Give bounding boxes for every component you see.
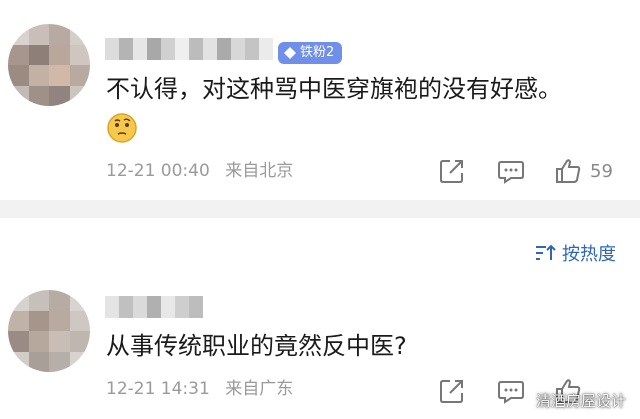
share-button[interactable]: [438, 377, 466, 405]
sort-by-hot-button[interactable]: 按热度: [534, 240, 616, 266]
reply-button[interactable]: [497, 157, 525, 185]
comment-item: 铁粉2 不认得，对这种骂中医穿旗袍的没有好感。 12-21 00:40 来自北京: [0, 0, 640, 195]
comment-icon: [498, 161, 524, 184]
comment-text: 不认得，对这种骂中医穿旗袍的没有好感。: [106, 75, 562, 103]
location: 来自广东: [225, 379, 294, 399]
username-blurred[interactable]: [105, 38, 273, 60]
watermark: 清酒房屋设计: [535, 392, 626, 410]
timestamp: 12-21 00:40: [106, 161, 210, 181]
section-divider: [0, 200, 640, 218]
like-count: 59: [590, 160, 613, 182]
username-blurred[interactable]: [105, 296, 203, 318]
location: 来自北京: [225, 161, 294, 181]
fan-badge[interactable]: 铁粉2: [278, 42, 343, 64]
share-icon: [440, 160, 463, 183]
avatar[interactable]: [8, 24, 90, 106]
comment-icon: [498, 381, 524, 404]
reply-button[interactable]: [497, 377, 525, 405]
comment-meta: 12-21 00:40 来自北京: [106, 160, 293, 182]
comment-feed: 铁粉2 不认得，对这种骂中医穿旗袍的没有好感。 12-21 00:40 来自北京: [0, 0, 640, 419]
diamond-icon: [284, 47, 296, 59]
sort-label: 按热度: [562, 244, 616, 265]
comment-meta: 12-21 14:31 来自广东: [106, 378, 293, 400]
like-button[interactable]: 59: [554, 157, 613, 185]
comment-text: 从事传统职业的竟然反中医?: [106, 332, 407, 360]
timestamp: 12-21 14:31: [106, 379, 210, 399]
thumbs-up-icon: [556, 159, 581, 183]
share-button[interactable]: [438, 157, 466, 185]
sort-icon: [536, 244, 556, 260]
thinking-face-emoji-icon: [107, 113, 137, 143]
share-icon: [440, 380, 463, 403]
avatar[interactable]: [8, 290, 90, 372]
badge-label: 铁粉2: [300, 45, 335, 60]
